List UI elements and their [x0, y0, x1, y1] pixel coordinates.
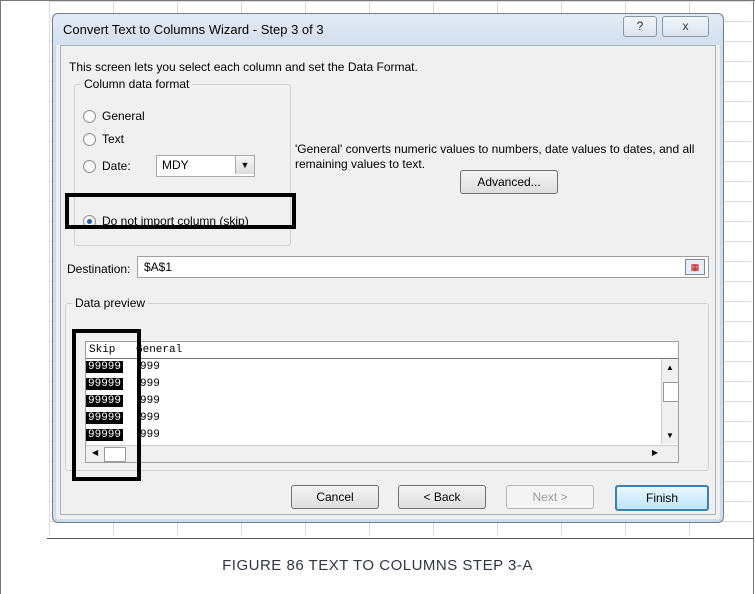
date-format-select[interactable]: MDY ▼	[156, 155, 255, 177]
data-preview-area[interactable]: Skip General 99999 999 99999 999 99999 999 …	[85, 341, 679, 463]
radio-general[interactable]: General	[83, 107, 145, 125]
preview-cell: 999	[140, 412, 160, 424]
next-button[interactable]: Next >	[506, 485, 594, 509]
back-button[interactable]: < Back	[398, 485, 486, 509]
preview-cell: 999	[140, 429, 160, 441]
preview-vertical-scrollbar[interactable]: ▲ ▼	[661, 359, 679, 444]
page-frame-top	[0, 0, 755, 1]
preview-cell: 999	[140, 395, 160, 407]
radio-text[interactable]: Text	[83, 130, 124, 148]
preview-row: 99999 999	[86, 411, 678, 428]
dialog-client-area: This screen lets you select each column …	[60, 45, 716, 515]
radio-date-label: Date:	[102, 159, 131, 173]
preview-row: 99999 999	[86, 428, 678, 445]
cancel-button[interactable]: Cancel	[291, 485, 379, 509]
help-button[interactable]: ?	[623, 16, 657, 37]
radio-circle-icon[interactable]	[83, 132, 96, 146]
page-frame-left	[0, 0, 1, 594]
preview-rows: 99999 999 99999 999 99999 999 99999 999 9999…	[86, 360, 678, 445]
destination-input[interactable]: $A$1 ▦	[137, 256, 709, 278]
page-frame-right	[753, 0, 754, 594]
destination-value: $A$1	[144, 260, 173, 274]
skip-column-highlight	[72, 329, 141, 481]
preview-cell: 999	[140, 378, 160, 390]
preview-header-row: Skip General	[86, 342, 678, 359]
radio-circle-icon[interactable]	[83, 109, 96, 123]
close-icon: x	[682, 19, 689, 33]
preview-row: 99999 999	[86, 377, 678, 394]
text-to-columns-dialog: Convert Text to Columns Wizard - Step 3 …	[52, 13, 724, 523]
radio-date[interactable]: Date: MDY ▼	[83, 155, 255, 177]
range-picker-icon[interactable]: ▦	[685, 259, 705, 275]
chevron-down-icon[interactable]: ▼	[235, 156, 254, 174]
radio-circle-icon[interactable]	[83, 159, 96, 173]
preview-row: 99999 999	[86, 360, 678, 377]
figure-caption: Figure 86 Text to Columns Step 3-A	[0, 555, 755, 575]
preview-row: 99999 999	[86, 394, 678, 411]
dialog-titlebar: Convert Text to Columns Wizard - Step 3 …	[53, 14, 723, 45]
advanced-button[interactable]: Advanced...	[460, 170, 558, 194]
help-icon: ?	[636, 19, 644, 33]
finish-button[interactable]: Finish	[615, 485, 709, 511]
destination-label: Destination:	[67, 262, 131, 276]
preview-cell: 999	[140, 361, 160, 373]
scroll-down-icon[interactable]: ▼	[666, 431, 674, 440]
column-data-format-label: Column data format	[81, 77, 193, 91]
data-preview-label: Data preview	[72, 296, 149, 310]
dialog-description: This screen lets you select each column …	[69, 60, 418, 74]
scroll-up-icon[interactable]: ▲	[666, 363, 674, 372]
radio-text-label: Text	[102, 132, 125, 146]
preview-horizontal-scrollbar[interactable]: ◀ ▶	[86, 445, 678, 462]
close-button[interactable]: x	[662, 16, 709, 37]
skip-option-highlight	[65, 193, 296, 229]
preview-header-general[interactable]: General	[136, 344, 182, 356]
date-format-value: MDY	[162, 158, 189, 172]
dialog-title: Convert Text to Columns Wizard - Step 3 …	[63, 22, 324, 37]
format-info-text: 'General' converts numeric values to num…	[295, 142, 695, 171]
figure-caption-text: Figure 86 Text to Columns Step 3-A	[222, 557, 533, 574]
scroll-thumb[interactable]	[663, 382, 679, 402]
radio-general-label: General	[102, 109, 145, 123]
scroll-right-icon[interactable]: ▶	[652, 448, 658, 457]
caption-divider	[47, 538, 753, 539]
